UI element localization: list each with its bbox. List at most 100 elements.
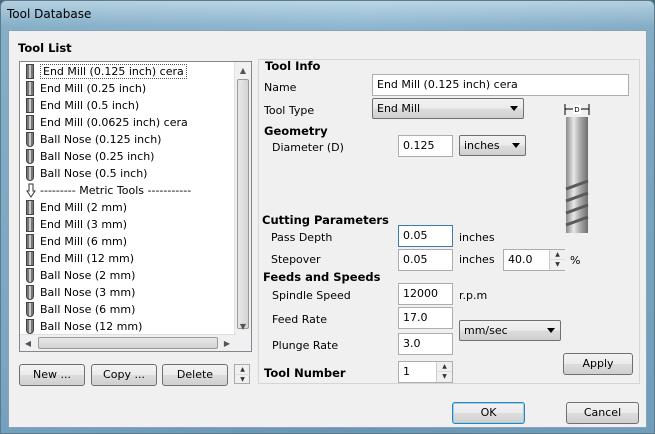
tool-database-window: Tool Database Tool List Ball Nose (12 mm… [0, 0, 655, 434]
list-item[interactable]: End Mill (0.0625 inch) cera [20, 114, 234, 131]
stepover-units: inches [459, 253, 495, 266]
ok-button[interactable]: OK [452, 402, 525, 424]
diameter-units-select[interactable]: inches [459, 135, 526, 156]
list-item-label: Ball Nose (0.5 inch) [40, 167, 148, 180]
list-item[interactable]: End Mill (3 mm) [20, 216, 234, 233]
list-item[interactable]: End Mill (6 mm) [20, 233, 234, 250]
decrement-icon[interactable]: ▼ [437, 372, 452, 382]
list-item[interactable]: End Mill (2 mm) [20, 199, 234, 216]
tool-list-heading: Tool List [18, 41, 72, 55]
list-item[interactable]: Ball Nose (6 mm) [20, 301, 234, 318]
list-item[interactable]: Ball Nose (3 mm) [20, 284, 234, 301]
tool-diagram: D [564, 104, 590, 233]
scroll-up-icon[interactable]: ▲ [235, 62, 251, 79]
rate-units-value: mm/sec [464, 324, 508, 337]
ball-nose-icon [26, 132, 34, 147]
stepover-input[interactable]: 0.05 [398, 249, 453, 271]
tool-shank [566, 117, 588, 181]
scroll-thumb[interactable] [237, 79, 249, 329]
tool-number-spinner[interactable]: ▲ ▼ [436, 362, 452, 382]
move-up-icon[interactable]: ▲ [235, 365, 250, 375]
tool-type-label: Tool Type [264, 104, 315, 117]
feeds-speeds-heading: Feeds and Speeds [263, 270, 381, 284]
percent-sign: % [570, 254, 581, 267]
apply-button[interactable]: Apply [563, 353, 633, 375]
pass-depth-input[interactable]: 0.05 [398, 225, 453, 247]
increment-icon[interactable]: ▲ [550, 250, 565, 260]
tool-name-input[interactable]: End Mill (0.125 inch) cera [372, 74, 629, 96]
list-item[interactable]: End Mill (0.25 inch) [20, 80, 234, 97]
list-item-label: Ball Nose (2 mm) [40, 269, 136, 282]
list-item-label: Ball Nose (6 mm) [40, 303, 136, 316]
ball-nose-icon [26, 302, 34, 317]
spindle-speed-units: r.p.m [459, 289, 488, 302]
cutting-parameters-heading: Cutting Parameters [262, 213, 389, 227]
list-item-label: End Mill (0.25 inch) [40, 82, 147, 95]
diameter-dimension-label: D [574, 106, 579, 114]
list-item[interactable]: End Mill (0.5 inch) [20, 97, 234, 114]
list-item[interactable]: --------- Metric Tools ----------- [20, 182, 234, 199]
decrement-icon[interactable]: ▼ [550, 260, 565, 270]
list-item-label: End Mill (3 mm) [40, 218, 128, 231]
increment-icon[interactable]: ▲ [437, 362, 452, 372]
spindle-speed-label: Spindle Speed [272, 289, 351, 302]
tool-number-label: Tool Number [264, 366, 346, 380]
end-mill-icon [26, 64, 34, 79]
ball-nose-icon [26, 268, 34, 283]
scroll-down-icon[interactable]: ▼ [235, 318, 251, 335]
pass-depth-units: inches [459, 231, 495, 244]
scroll-right-icon[interactable]: ▶ [219, 335, 235, 351]
list-item[interactable]: End Mill (0.125 inch) cera [20, 63, 234, 80]
list-item[interactable]: Ball Nose (0.25 inch) [20, 148, 234, 165]
chevron-down-icon [512, 143, 520, 148]
feed-rate-input[interactable]: 17.0 [398, 307, 453, 329]
rate-units-select[interactable]: mm/sec [459, 320, 561, 341]
end-mill-icon [26, 251, 34, 266]
diameter-input[interactable]: 0.125 [398, 135, 453, 157]
list-item[interactable]: Ball Nose (0.125 inch) [20, 131, 234, 148]
list-item[interactable]: Ball Nose (2 mm) [20, 267, 234, 284]
list-item[interactable]: Ball Nose (12 mm) [20, 318, 234, 335]
copy-tool-button[interactable]: Copy ... [91, 364, 157, 386]
geometry-heading: Geometry [264, 124, 328, 138]
delete-tool-button[interactable]: Delete [162, 364, 228, 386]
cancel-button[interactable]: Cancel [566, 402, 639, 424]
plunge-rate-label: Plunge Rate [272, 339, 339, 352]
ball-nose-icon [26, 149, 34, 164]
stepover-percent-spinner[interactable]: ▲ ▼ [549, 250, 565, 270]
end-mill-icon [26, 234, 34, 249]
scroll-left-icon[interactable]: ◀ [20, 335, 36, 351]
end-mill-icon [26, 115, 34, 130]
pass-depth-label: Pass Depth [271, 231, 333, 244]
list-item-label: Ball Nose (0.25 inch) [40, 150, 155, 163]
diameter-units-value: inches [464, 139, 500, 152]
feed-rate-label: Feed Rate [272, 313, 327, 326]
ball-nose-icon [26, 285, 34, 300]
name-label: Name [264, 81, 297, 94]
end-mill-icon [26, 81, 34, 96]
title-bar[interactable]: Tool Database [1, 1, 654, 29]
tool-list-horizontal-scrollbar[interactable]: ◀ ▶ [20, 334, 236, 351]
tool-type-select[interactable]: End Mill [372, 98, 524, 119]
spindle-speed-input[interactable]: 12000 [398, 283, 453, 305]
list-order-spinner[interactable]: ▲ ▼ [234, 364, 250, 384]
end-mill-icon [26, 200, 34, 215]
ball-nose-icon [26, 319, 34, 334]
list-item-label: End Mill (0.5 inch) [40, 99, 140, 112]
list-item-label: End Mill (6 mm) [40, 235, 128, 248]
group-arrow-icon [26, 183, 36, 198]
list-item-label: End Mill (0.0625 inch) cera [40, 116, 188, 129]
diameter-label: Diameter (D) [272, 141, 344, 154]
chevron-down-icon [510, 106, 518, 111]
tool-list-vertical-scrollbar[interactable]: ▲ ▼ [234, 62, 251, 351]
chevron-down-icon [547, 328, 555, 333]
tool-type-value: End Mill [377, 102, 421, 115]
dialog-client: Tool List Ball Nose (12 mm) Ball Nose (6 … [8, 30, 647, 428]
list-item[interactable]: End Mill (12 mm) [20, 250, 234, 267]
move-down-icon[interactable]: ▼ [235, 375, 250, 385]
list-item[interactable]: Ball Nose (0.5 inch) [20, 165, 234, 182]
horizontal-scroll-thumb[interactable] [38, 337, 218, 349]
new-tool-button[interactable]: New ... [19, 364, 85, 386]
tool-list[interactable]: Ball Nose (12 mm) Ball Nose (6 mm) Ball No… [19, 61, 252, 352]
plunge-rate-input[interactable]: 3.0 [398, 333, 453, 355]
